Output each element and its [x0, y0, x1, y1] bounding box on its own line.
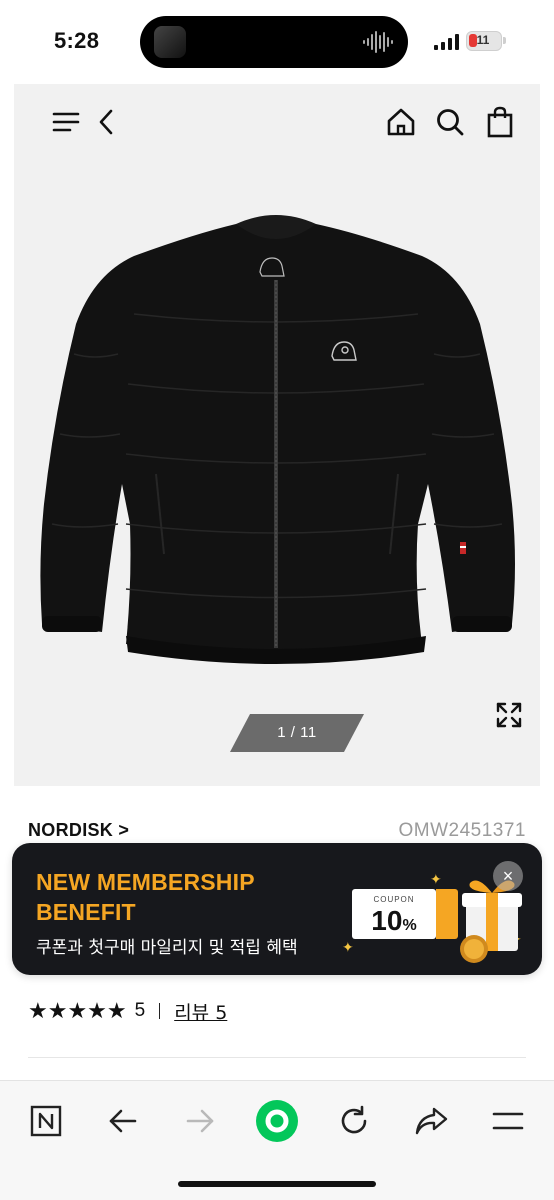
rating-score: 5	[134, 1000, 146, 1021]
battery-indicator: 11	[466, 31, 502, 51]
banner-close-button[interactable]: ×	[493, 861, 523, 891]
search-icon[interactable]	[432, 104, 468, 140]
status-bar: 5:28 11	[0, 0, 554, 80]
battery-level: 11	[476, 33, 490, 47]
banner-title-line2: BENEFIT	[36, 899, 136, 925]
banner-subtitle: 쿠폰과 첫구매 마일리지 및 적립 혜택	[36, 938, 298, 958]
home-icon[interactable]	[383, 104, 419, 140]
brand-row: NORDISK > OMW2451371	[28, 818, 526, 846]
product-code: OMW2451371	[398, 820, 526, 841]
cellular-signal-icon	[434, 34, 459, 50]
banner-title-line1: NEW MEMBERSHIP	[36, 869, 255, 895]
image-counter: 1 / 11	[230, 714, 364, 752]
dynamic-island[interactable]	[140, 16, 408, 68]
section-divider	[28, 1057, 526, 1058]
battery-tip	[503, 37, 506, 44]
coupon-value: 10%	[352, 905, 436, 937]
coupon-graphic: COUPON 10%	[352, 889, 436, 939]
banner-title: NEW MEMBERSHIP BENEFIT	[36, 867, 336, 927]
coupon-number: 10	[371, 905, 403, 936]
share-icon[interactable]	[409, 1099, 453, 1143]
home-indicator[interactable]	[178, 1181, 376, 1187]
naver-icon[interactable]	[24, 1099, 68, 1143]
menu-icon[interactable]	[48, 104, 84, 140]
green-dot-icon[interactable]	[255, 1099, 299, 1143]
image-counter-text: 1 / 11	[277, 724, 317, 741]
menu-icon[interactable]	[486, 1099, 530, 1143]
product-image	[40, 215, 516, 664]
reload-icon[interactable]	[332, 1099, 376, 1143]
coupon-label: COUPON	[373, 895, 415, 904]
rating-stars: ★★★★★	[28, 998, 127, 1023]
back-arrow-icon[interactable]	[101, 1099, 145, 1143]
sparkle-icon: ✦	[342, 939, 354, 955]
now-playing-thumbnail	[154, 26, 186, 58]
status-time: 5:28	[54, 28, 100, 53]
review-count-link[interactable]: 리뷰 5	[174, 998, 227, 1025]
brand-link[interactable]: NORDISK >	[28, 820, 129, 841]
coupon-unit: %	[402, 917, 417, 934]
rating-row: ★★★★★ 5 리뷰 5	[28, 996, 227, 1026]
membership-banner[interactable]: NEW MEMBERSHIP BENEFIT 쿠폰과 첫구매 마일리지 및 적립…	[12, 843, 542, 975]
forward-arrow-icon[interactable]	[178, 1099, 222, 1143]
rating-separator	[159, 1003, 161, 1019]
cart-icon[interactable]	[482, 104, 518, 140]
sparkle-icon: ✦	[430, 871, 442, 887]
product-gallery[interactable]: 1 / 11	[14, 84, 540, 786]
audio-wave-icon	[363, 31, 393, 53]
back-icon[interactable]	[88, 104, 124, 140]
expand-icon[interactable]	[494, 700, 526, 732]
